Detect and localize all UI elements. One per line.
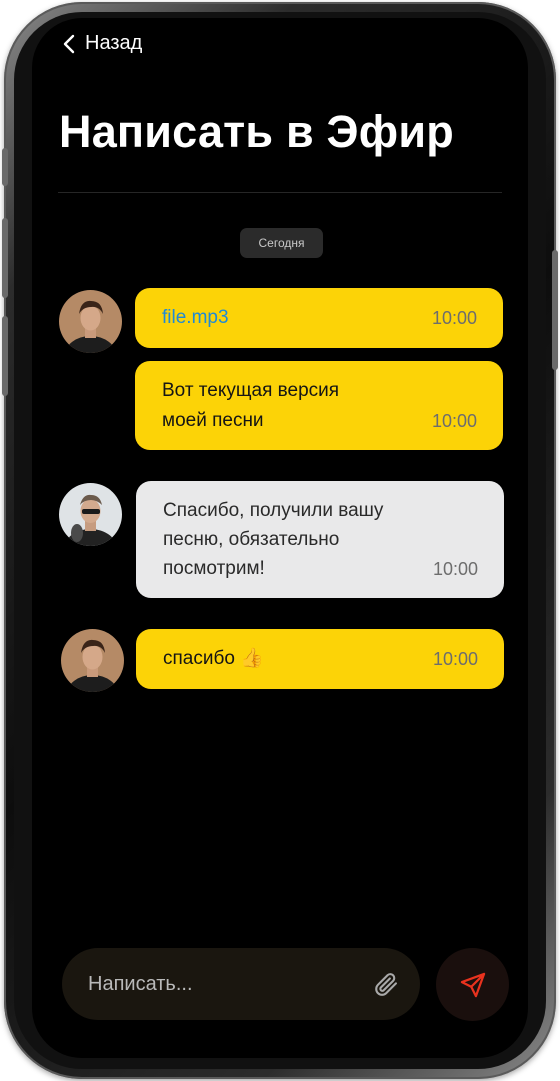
message-text-line: посмотрим! xyxy=(163,558,265,579)
message-bubble-file[interactable]: file.mp3 10:00 xyxy=(135,288,503,348)
user-avatar xyxy=(59,290,122,353)
file-link[interactable]: file.mp3 xyxy=(162,303,229,333)
message-text-line: моей песни xyxy=(162,410,264,431)
message-bubble: Вот текущая версия моей песни 10:00 xyxy=(135,361,503,450)
message-text: спасибо 👍 xyxy=(163,648,264,669)
message-time: 10:00 xyxy=(431,308,477,328)
date-separator: Сегодня xyxy=(240,228,323,258)
side-button xyxy=(2,148,8,186)
paperclip-icon[interactable] xyxy=(372,970,400,998)
send-icon xyxy=(460,972,485,997)
chevron-left-icon xyxy=(63,34,75,53)
page-title: Написать в Эфир xyxy=(59,106,454,157)
message-composer xyxy=(62,948,420,1020)
power-button xyxy=(552,250,558,370)
message-text-line: Вот текущая версия xyxy=(162,380,340,401)
volume-down-button xyxy=(2,316,8,396)
message-input[interactable] xyxy=(88,966,358,1002)
message-text-line: песню, обязательно xyxy=(163,529,340,550)
chat-screen: Назад Написать в Эфир Сегодня file.mp3 1… xyxy=(32,18,528,1058)
message-bubble: спасибо 👍 10:00 xyxy=(136,629,504,689)
back-label: Назад xyxy=(85,32,143,54)
message-bubble-incoming: Спасибо, получили вашу песню, обязательн… xyxy=(136,481,504,598)
send-button[interactable] xyxy=(436,948,509,1021)
message-time: 10:00 xyxy=(432,649,478,669)
message-time: 10:00 xyxy=(432,559,478,579)
message-text-line: Спасибо, получили вашу xyxy=(163,500,384,521)
message-time: 10:00 xyxy=(431,411,477,431)
volume-up-button xyxy=(2,218,8,298)
user-avatar xyxy=(61,629,124,692)
station-avatar xyxy=(59,483,122,546)
back-button[interactable]: Назад xyxy=(62,32,142,55)
header-divider xyxy=(58,192,502,193)
